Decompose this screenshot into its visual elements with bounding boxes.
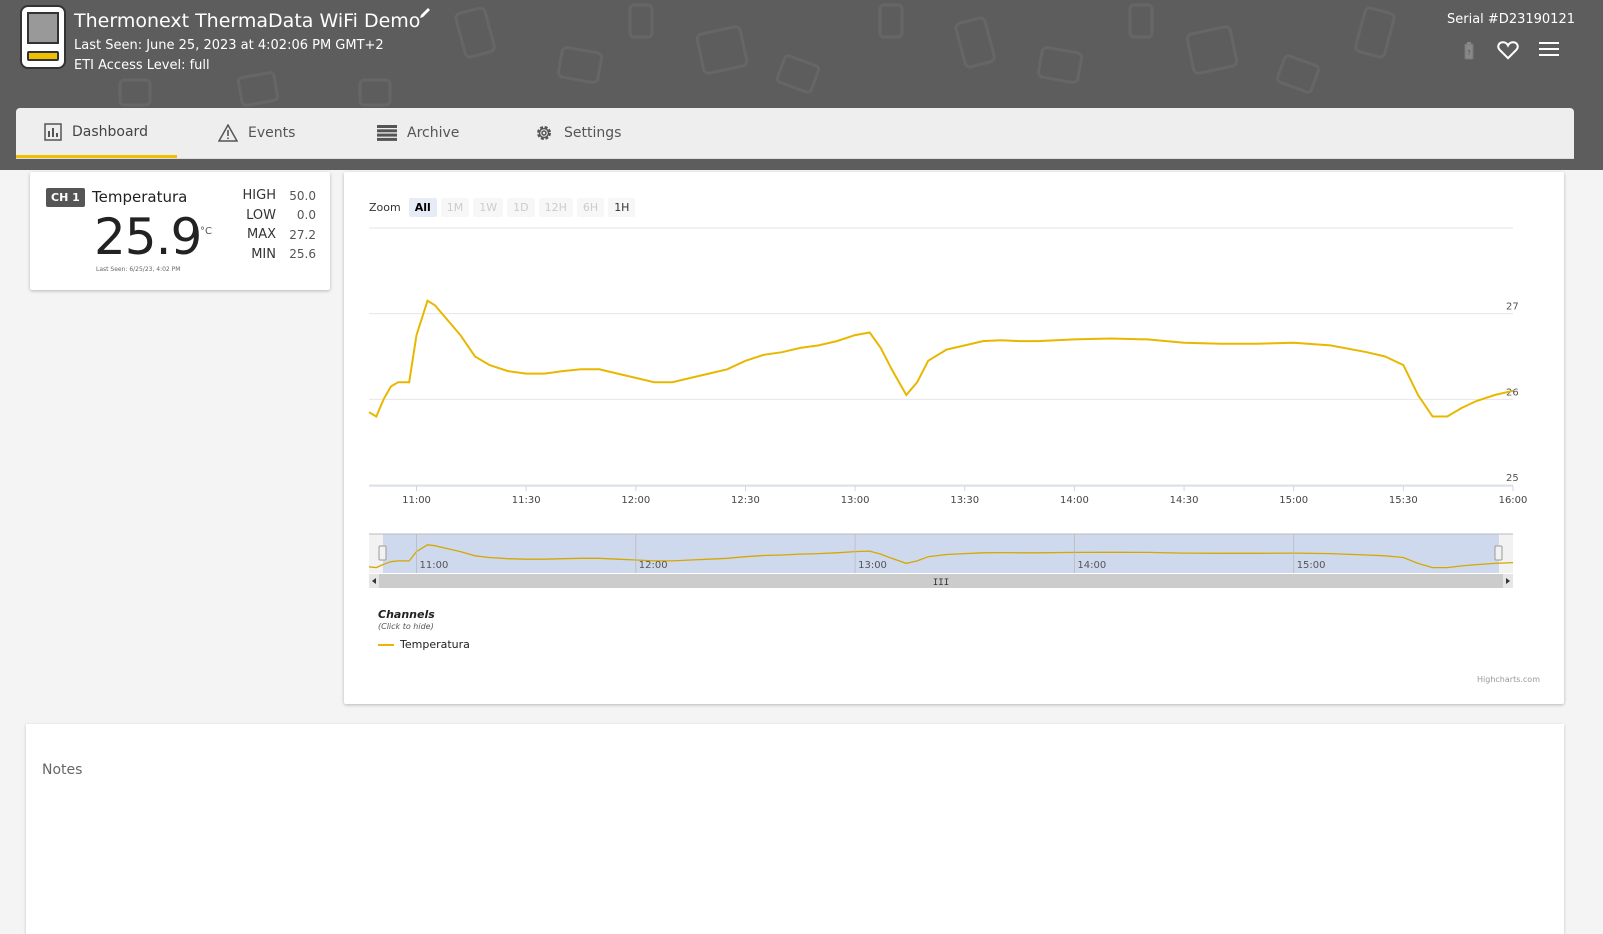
zoom-1h-button[interactable]: 1H (608, 198, 636, 217)
legend-item-temperatura[interactable]: Temperatura (378, 638, 470, 651)
channel-last-seen: Last Seen: 6/25/23, 4:02 PM (96, 266, 181, 273)
legend-title: Channels (378, 608, 435, 621)
stat-value: 50.0 (289, 188, 316, 203)
x-tick-label: 16:00 (1499, 495, 1528, 506)
edit-icon[interactable] (418, 6, 432, 20)
channel-badge: CH 1 (46, 188, 85, 207)
tab-settings-label: Settings (564, 125, 622, 141)
tab-events-label: Events (248, 125, 296, 141)
stat-value: 27.2 (289, 227, 316, 242)
legend-line-swatch (378, 643, 394, 646)
stat-label: MAX (246, 227, 276, 243)
x-tick-label: 15:00 (1279, 495, 1308, 506)
y-tick-label: 25 (1506, 473, 1519, 484)
tab-dashboard[interactable]: Dashboard (16, 108, 177, 158)
stat-min: MIN 25.6 (216, 245, 316, 265)
stat-max: MAX 27.2 (216, 225, 316, 245)
tab-archive[interactable]: Archive (349, 108, 487, 158)
legend-subtitle: (Click to hide) (378, 622, 434, 631)
zoom-selector: Zoom All 1M 1W 1D 12H 6H 1H (369, 198, 636, 217)
channel-unit: °C (200, 226, 212, 237)
channel-stats: HIGH 50.0 LOW 0.0 MAX 27.2 MIN 25.6 (216, 186, 316, 264)
zoom-1d-button[interactable]: 1D (507, 198, 535, 217)
x-tick-label: 12:30 (731, 495, 760, 506)
chart-card: 25 26 27 11:00 11:30 12:00 12:30 13:00 13:30 14:0… (344, 172, 1564, 704)
y-tick-label: 27 (1506, 302, 1519, 313)
bar-chart-icon (44, 122, 62, 141)
warning-icon (218, 124, 238, 142)
hamburger-menu-icon[interactable] (1539, 40, 1559, 58)
favorite-heart-icon[interactable] (1497, 40, 1519, 60)
x-tick-label: 13:00 (841, 495, 870, 506)
x-tick-label: 13:30 (950, 495, 979, 506)
tab-archive-label: Archive (407, 125, 460, 141)
stat-low: LOW 0.0 (216, 206, 316, 226)
navigator-tick-label: 12:00 (639, 560, 668, 571)
channel-current-value: 25.9 (94, 208, 202, 266)
channel-card[interactable]: CH 1 Temperatura 25.9 °C Last Seen: 6/25… (30, 172, 330, 290)
device-icon (20, 5, 66, 69)
gear-icon (537, 126, 551, 140)
legend-item-label: Temperatura (400, 638, 470, 651)
tab-settings[interactable]: Settings (506, 108, 649, 158)
device-title: Thermonext ThermaData WiFi Demo (74, 10, 421, 32)
list-icon (377, 125, 397, 141)
access-level-text: ETI Access Level: full (74, 58, 210, 73)
stat-high: HIGH 50.0 (216, 186, 316, 206)
x-tick-label: 11:00 (402, 495, 431, 506)
x-tick-label: 14:00 (1060, 495, 1089, 506)
notes-card[interactable]: Notes (26, 724, 1564, 934)
zoom-label: Zoom (369, 201, 401, 214)
navigator-tick-label: 11:00 (420, 560, 449, 571)
temperature-chart[interactable]: 25262711:00 11:30 12:00 12:30 13:00 13:30 14:0… (344, 172, 1564, 704)
channel-name: Temperatura (92, 188, 188, 206)
svg-text:?: ? (1467, 49, 1471, 57)
stat-label: HIGH (242, 188, 276, 204)
battery-icon: ? (1464, 42, 1474, 60)
zoom-1m-button[interactable]: 1M (440, 198, 470, 217)
x-tick-label: 12:00 (621, 495, 650, 506)
serial-number: Serial #D23190121 (1447, 12, 1575, 27)
navigator-tick-label: 14:00 (1077, 560, 1106, 571)
navigator-tick-label: 13:00 (858, 560, 887, 571)
last-seen-text: Last Seen: June 25, 2023 at 4:02:06 PM G… (74, 38, 384, 53)
zoom-all-button[interactable]: All (408, 198, 437, 217)
notes-label: Notes (42, 762, 83, 778)
stat-label: MIN (251, 246, 276, 262)
scrollbar-grip: III (933, 578, 949, 588)
tab-events[interactable]: Events (190, 108, 323, 158)
stat-value: 0.0 (296, 208, 316, 223)
stat-value: 25.6 (289, 247, 316, 262)
tab-bar: Dashboard Events Archive Settings (16, 108, 1574, 159)
navigator-right-handle[interactable] (1494, 545, 1503, 561)
stat-label: LOW (246, 207, 276, 223)
x-tick-label: 11:30 (512, 495, 541, 506)
navigator-tick-label: 15:00 (1297, 560, 1326, 571)
zoom-6h-button[interactable]: 6H (576, 198, 605, 217)
highcharts-credits[interactable]: Highcharts.com (1477, 675, 1540, 684)
zoom-1w-button[interactable]: 1W (473, 198, 504, 217)
x-tick-label: 15:30 (1389, 495, 1418, 506)
x-tick-label: 14:30 (1170, 495, 1199, 506)
tab-dashboard-label: Dashboard (72, 123, 148, 140)
navigator-left-handle[interactable] (378, 545, 387, 561)
zoom-12h-button[interactable]: 12H (538, 198, 573, 217)
